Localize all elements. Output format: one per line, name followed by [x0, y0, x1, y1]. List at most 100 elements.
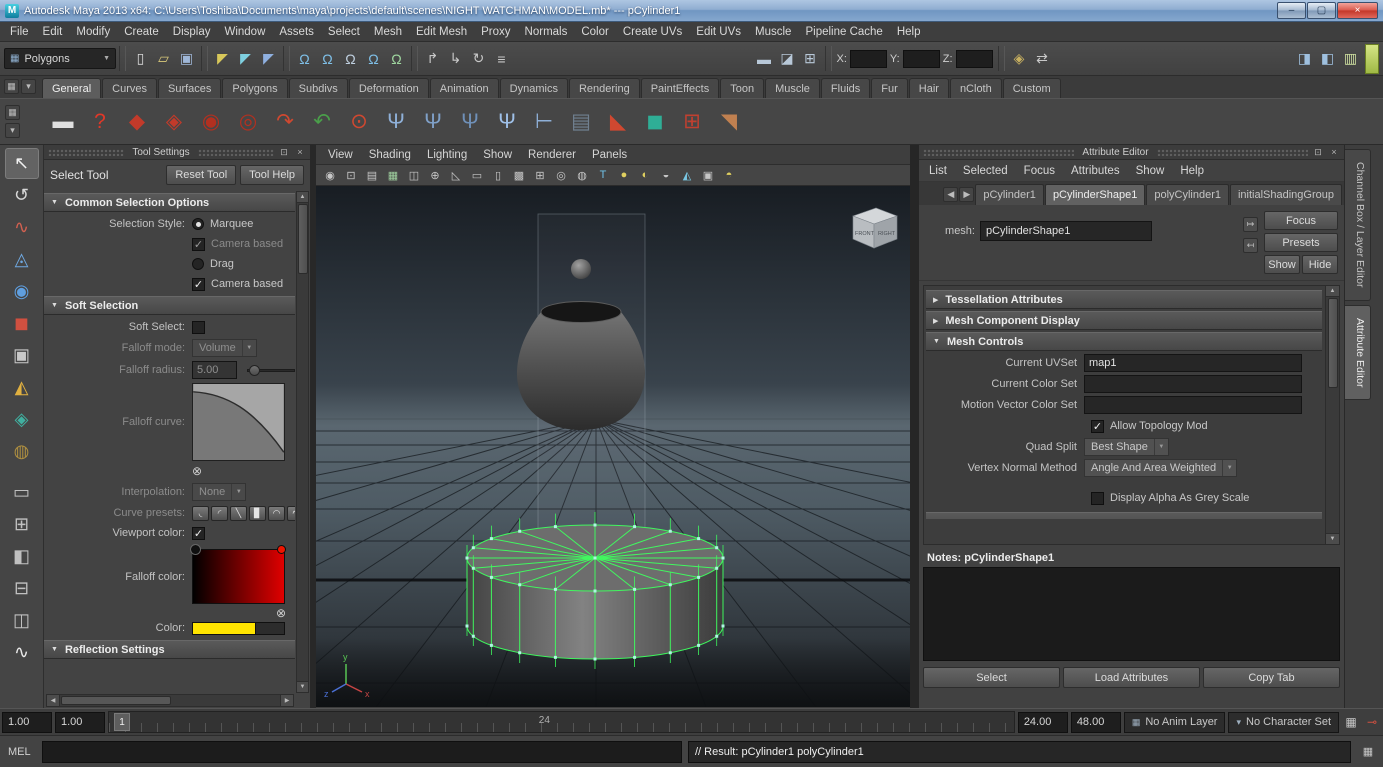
menu-item-edit[interactable]: Edit — [36, 22, 70, 41]
ae-menu-show[interactable]: Show — [1128, 165, 1173, 177]
playback-options-icon[interactable]: ▦ — [1342, 712, 1360, 732]
delete-curve-point-icon[interactable]: ⊗ — [192, 464, 202, 478]
3d-scene[interactable]: FRONT RIGHT y x z — [0, 186, 1383, 708]
scroll-up-icon[interactable]: ▲ — [297, 192, 308, 203]
menu-item-edit-uvs[interactable]: Edit UVs — [689, 22, 748, 41]
shelf-tab-painteffects[interactable]: PaintEffects — [640, 78, 720, 98]
single-pane-layout-icon[interactable]: ▭ — [5, 477, 39, 508]
menu-item-normals[interactable]: Normals — [518, 22, 575, 41]
scroll-up-icon[interactable]: ▲ — [1326, 286, 1339, 297]
shelf-cube-icon[interactable]: ◼ — [638, 105, 672, 139]
tab-scroll-left-icon[interactable]: ◀ — [943, 187, 959, 202]
marquee-radio[interactable] — [192, 218, 204, 230]
falloff-curve-graph[interactable] — [192, 383, 285, 461]
select-object-icon[interactable]: ◤ — [234, 47, 257, 71]
command-language-label[interactable]: MEL — [4, 746, 36, 758]
new-scene-icon[interactable]: ▯ — [129, 47, 152, 71]
toggle-panels-icon[interactable]: ⇄ — [1031, 47, 1054, 71]
list-input-operations-icon[interactable]: ≡ — [490, 47, 513, 71]
selection-mode-dropdown[interactable]: ▦ Polygons ▼ — [4, 48, 116, 69]
isolate-select-icon[interactable]: ▣ — [698, 166, 718, 184]
preset-wave-icon[interactable]: ∿ — [287, 505, 295, 521]
persp-graph-layout-icon[interactable]: ⊟ — [5, 573, 39, 604]
maximize-button[interactable]: ▢ — [1307, 2, 1336, 19]
ramp-handle-black[interactable] — [190, 544, 201, 555]
move-tool-icon[interactable]: ◬ — [5, 244, 39, 275]
menu-item-modify[interactable]: Modify — [69, 22, 117, 41]
show-manipulator-tool-icon[interactable]: ◈ — [5, 404, 39, 435]
minimize-button[interactable]: – — [1277, 2, 1306, 19]
render-settings-icon[interactable]: ⊞ — [799, 47, 822, 71]
auto-keyframe-icon[interactable]: ⊸ — [1363, 712, 1381, 732]
occlusion-icon[interactable]: ◒ — [656, 166, 676, 184]
attribute-editor-tab[interactable]: Attribute Editor — [1345, 304, 1371, 400]
preset-soft-icon[interactable]: ◟ — [192, 505, 209, 521]
y-coordinate-input[interactable] — [902, 49, 940, 68]
shelf-creature-a-icon[interactable]: ◆ — [120, 105, 154, 139]
menu-item-muscle[interactable]: Muscle — [748, 22, 798, 41]
select-camera-icon[interactable]: ◉ — [320, 166, 340, 184]
drag-handle[interactable] — [48, 148, 125, 156]
load-attributes-button[interactable]: Load Attributes — [1063, 667, 1200, 688]
shelf-bone-c-icon[interactable]: Ψ — [453, 105, 487, 139]
section-mesh-component-display[interactable]: ▶ Mesh Component Display — [926, 311, 1322, 330]
float-panel-icon[interactable]: ⊡ — [1312, 147, 1324, 158]
save-scene-icon[interactable]: ▣ — [175, 47, 198, 71]
section-soft-selection[interactable]: ▼ Soft Selection — [44, 296, 295, 315]
pot-mesh[interactable] — [516, 312, 646, 430]
select-button[interactable]: Select — [923, 667, 1060, 688]
lock-camera-icon[interactable]: ⊡ — [341, 166, 361, 184]
shelf-joint-icon[interactable]: ⊙ — [342, 105, 376, 139]
shelf-editor-highlight[interactable] — [1365, 43, 1380, 74]
last-tool-used-icon[interactable]: ◍ — [5, 436, 39, 467]
channel-box-toggle-icon[interactable]: ▥ — [1339, 47, 1362, 71]
tool-settings-header[interactable]: Tool Settings ⊡ × — [44, 145, 310, 160]
four-pane-layout-icon[interactable]: ⊞ — [5, 509, 39, 540]
shelf-tab-ncloth[interactable]: nCloth — [949, 78, 1002, 98]
tool-settings-vertical-scrollbar[interactable]: ▲ ▼ — [296, 191, 309, 693]
drag-handle[interactable] — [1156, 148, 1308, 156]
shelf-tab-polygons[interactable]: Polygons — [222, 78, 288, 98]
lasso-select-tool-icon[interactable]: ↺ — [5, 180, 39, 211]
color-swatch[interactable] — [192, 621, 256, 635]
menu-item-create[interactable]: Create — [117, 22, 166, 41]
input-connection-icon[interactable]: ↱ — [421, 47, 444, 71]
shelf-clapperboard-icon[interactable]: ▬ — [46, 105, 80, 139]
tab-scroll-right-icon[interactable]: ▶ — [959, 187, 975, 202]
select-component-icon[interactable]: ◤ — [257, 47, 280, 71]
shelf-tab-hair[interactable]: Hair — [908, 78, 949, 98]
animation-end-field[interactable]: 48.00 — [1070, 711, 1121, 733]
viewport-menu-show[interactable]: Show — [475, 145, 520, 164]
character-set-selector[interactable]: ▾ No Character Set — [1228, 711, 1339, 733]
output-connection-icon[interactable]: ↳ — [444, 47, 467, 71]
menu-item-file[interactable]: File — [3, 22, 36, 41]
menu-item-edit-mesh[interactable]: Edit Mesh — [409, 22, 474, 41]
textured-display-icon[interactable]: T — [593, 166, 613, 184]
shelf-paint-icon[interactable]: ◣ — [601, 105, 635, 139]
persp-outliner-layout-icon[interactable]: ◧ — [5, 541, 39, 572]
paint-select-tool-icon[interactable]: ∿ — [5, 212, 39, 243]
viewport-menu-renderer[interactable]: Renderer — [520, 145, 584, 164]
shelf-tab-muscle[interactable]: Muscle — [765, 78, 820, 98]
safe-title-icon[interactable]: ◍ — [572, 166, 592, 184]
shelf-tab-fluids[interactable]: Fluids — [820, 78, 871, 98]
shelf-graph-icon[interactable]: ▤ — [564, 105, 598, 139]
section-tessellation-attributes[interactable]: ▶ Tessellation Attributes — [926, 290, 1322, 309]
falloff-mode-dropdown[interactable]: Volume ▼ — [192, 339, 257, 357]
section-reflection-settings[interactable]: ▼ Reflection Settings — [44, 640, 295, 659]
script-editor-icon[interactable]: ▦ — [1357, 742, 1379, 762]
menu-item-display[interactable]: Display — [166, 22, 218, 41]
command-input[interactable] — [42, 740, 682, 763]
preset-crater-icon[interactable]: ◠ — [268, 505, 285, 521]
section-clipped[interactable] — [926, 512, 1322, 519]
section-mesh-controls[interactable]: ▼ Mesh Controls — [926, 332, 1322, 351]
film-gate-icon[interactable]: ▭ — [467, 166, 487, 184]
viewport-menu-lighting[interactable]: Lighting — [419, 145, 475, 164]
presets-button[interactable]: Presets — [1264, 233, 1338, 252]
viewport-canvas[interactable]: FRONT RIGHT y x z — [0, 186, 1383, 708]
menu-item-pipeline-cache[interactable]: Pipeline Cache — [798, 22, 889, 41]
hypershade-icon[interactable]: ◈ — [1008, 47, 1031, 71]
sphere-mesh[interactable] — [571, 259, 591, 279]
shelf-tab-fur[interactable]: Fur — [871, 78, 908, 98]
snap-plane-icon[interactable]: Ω — [362, 47, 385, 71]
